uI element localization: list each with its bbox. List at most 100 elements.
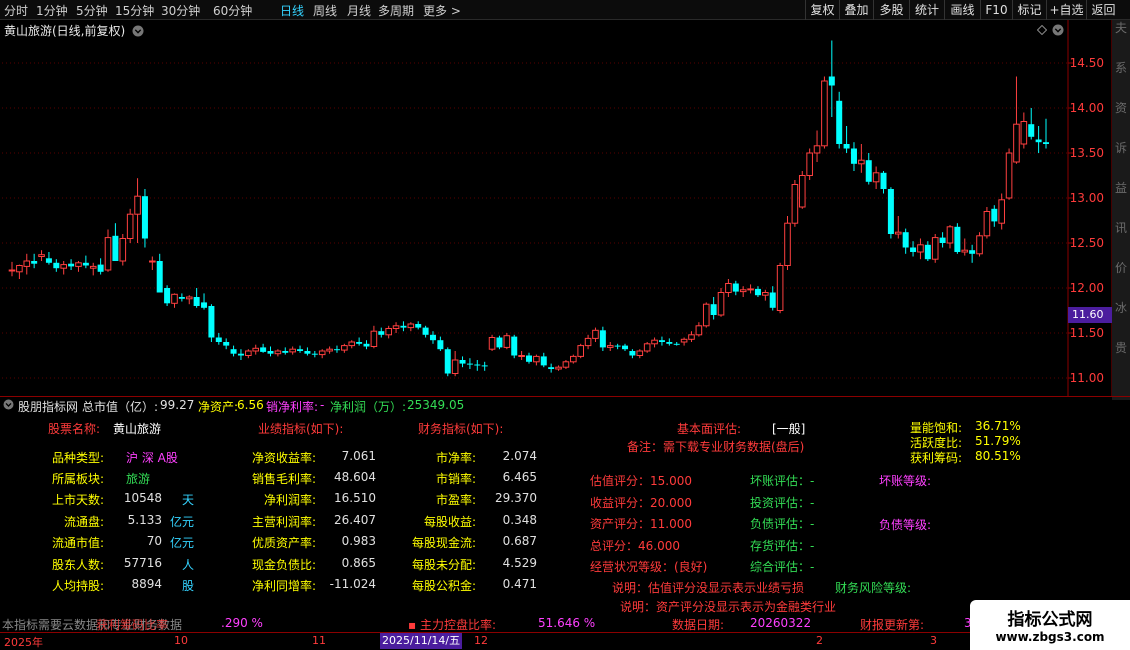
period-60min[interactable]: 60分钟	[213, 2, 252, 19]
period-5min[interactable]: 5分钟	[76, 2, 108, 19]
candle-body	[311, 353, 318, 355]
draw-button[interactable]: 画线	[944, 0, 980, 20]
mark-button[interactable]: 标记	[1012, 0, 1046, 20]
market-cap-label: 总市值（亿）:	[82, 400, 159, 414]
candle-body	[496, 337, 503, 348]
fundamental-eval-value: [一般]	[772, 422, 806, 436]
explain-1: 说明：估值评分没显示表示业绩亏损	[612, 581, 805, 595]
back-button[interactable]: 返回	[1086, 0, 1120, 20]
watermark-logo: 指标公式网 www.zbgs3.com	[970, 600, 1130, 650]
candle-body	[798, 175, 806, 208]
strip-char: 夫	[1114, 21, 1127, 35]
candle-body	[363, 343, 370, 347]
candle-body	[237, 353, 244, 356]
eval-item: 负债评估：-	[750, 517, 815, 531]
candle-body	[880, 172, 887, 189]
candle-body	[68, 263, 75, 267]
candle-body	[688, 334, 695, 340]
fin-value: 6.465	[502, 470, 537, 484]
candle-body	[1028, 124, 1035, 137]
month-12: 12	[474, 634, 488, 647]
watermark-url: www.zbgs3.com	[995, 630, 1105, 644]
candle-body	[651, 339, 658, 345]
candle-body	[762, 292, 769, 296]
perf-label: 净资收益率:	[251, 451, 316, 465]
perf-label: 优质资产率:	[251, 536, 316, 550]
chevron-down-icon[interactable]	[3, 399, 14, 410]
candle-body	[710, 304, 717, 315]
perf-label: 销售毛利率:	[251, 472, 316, 486]
note-text: 备注：需下载专业财务数据(盘后)	[627, 440, 805, 454]
candle-body	[356, 342, 363, 344]
f10-button[interactable]: F10	[980, 0, 1012, 20]
candle-body	[141, 196, 148, 239]
strip-char: 冰	[1114, 301, 1127, 315]
indicator-header: 股朋指标网 总市值（亿）: 99.27 净资产: 6.56 销净利率: - 净利…	[0, 396, 1130, 414]
stock-name-label: 股票名称:	[48, 422, 101, 436]
candlestick-chart[interactable]: 14.50 14.00 13.50 13.00 12.50 12.00 11.50 11.00	[0, 20, 1130, 396]
candle-body	[894, 231, 902, 235]
info-label: 人均持股:	[51, 579, 104, 593]
strip-char: 价	[1114, 261, 1127, 275]
last-price-tag: 11.60	[1068, 307, 1112, 323]
period-day[interactable]: 日线	[280, 2, 304, 19]
stock-name-value: 黄山旅游	[113, 422, 162, 436]
period-15min[interactable]: 15分钟	[115, 2, 154, 19]
fin-value: 0.471	[502, 577, 537, 591]
adjust-button[interactable]: 复权	[805, 0, 839, 20]
info-label: 所属板块:	[51, 472, 104, 486]
candle-body	[341, 345, 348, 351]
candle-body	[112, 235, 119, 261]
price-tick-label: 14.50	[1070, 56, 1104, 70]
candle-body	[370, 330, 378, 348]
candle-body	[555, 366, 562, 370]
period-multi[interactable]: 多周期	[378, 2, 414, 19]
info-label: 股东人数:	[51, 558, 104, 572]
candle-body	[666, 342, 673, 344]
multi-stock-button[interactable]: 多股	[873, 0, 909, 20]
period-1min[interactable]: 1分钟	[36, 2, 68, 19]
info-value: 70	[146, 534, 162, 548]
eval-item: 综合评估：-	[750, 560, 815, 574]
strip-char: 系	[1114, 61, 1127, 75]
period-month[interactable]: 月线	[347, 2, 371, 19]
candle-body	[104, 237, 112, 271]
candle-body	[828, 76, 835, 86]
candle-body	[503, 335, 511, 348]
period-30min[interactable]: 30分钟	[161, 2, 200, 19]
fin-value: 29.370	[495, 491, 537, 505]
perf-value: 0.983	[341, 534, 376, 548]
fin-label: 每股现金流:	[411, 536, 476, 550]
data-date-label: 数据日期:	[672, 618, 725, 632]
period-week[interactable]: 周线	[313, 2, 337, 19]
candle-body	[969, 250, 976, 254]
candle-body	[584, 337, 592, 347]
candle-body	[702, 303, 710, 327]
control-value: 51.646 %	[538, 616, 596, 630]
time-axis[interactable]: 2025年 10 11 2025/11/14/五 12 2 3	[0, 632, 1130, 650]
info-label: 上市天数:	[51, 493, 104, 507]
period-more[interactable]: 更多 >	[423, 2, 461, 19]
net-profit-label: 净利润（万）:	[330, 400, 407, 414]
candle-body	[924, 244, 931, 260]
candle-body	[776, 265, 784, 311]
perf-label: 主营利润率:	[251, 515, 316, 529]
candle-body	[297, 349, 304, 351]
candle-body	[38, 254, 45, 257]
score-item: 经营状况等级：(良好)	[590, 560, 708, 574]
price-tick-label: 14.00	[1070, 101, 1104, 115]
stats-button[interactable]: 统计	[909, 0, 944, 20]
right-strip-text: 夫系资诉益讯价冰贵	[1112, 20, 1130, 380]
period-fenshi[interactable]: 分时	[4, 2, 28, 19]
info-value: 旅游	[126, 472, 151, 486]
add-watchlist-button[interactable]: +自选	[1046, 0, 1086, 20]
candle-body	[725, 283, 732, 293]
eval-item: 存货评估：-	[750, 539, 815, 553]
price-tick-label: 11.50	[1070, 326, 1104, 340]
data-date-value: 20260322	[750, 616, 812, 630]
overlay-button[interactable]: 叠加	[839, 0, 873, 20]
right-info-strip[interactable]: 夫系资诉益讯价冰贵	[1112, 20, 1130, 400]
candle-body	[592, 329, 599, 339]
candle-body	[518, 355, 525, 357]
candle-body	[910, 247, 917, 252]
